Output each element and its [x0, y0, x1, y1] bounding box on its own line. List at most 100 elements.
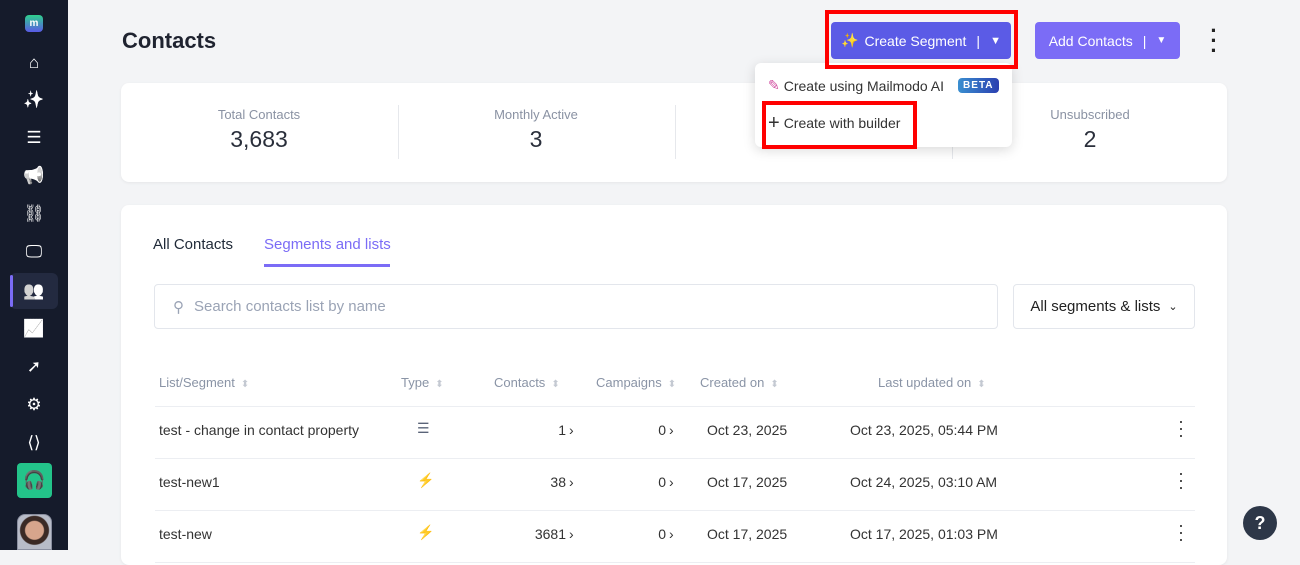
- list-name[interactable]: test-new: [159, 526, 212, 542]
- sidebar-item-analytics[interactable]: 📈: [10, 311, 58, 347]
- chevron-right-icon[interactable]: ›: [669, 526, 674, 542]
- sidebar-item-templates[interactable]: ☰: [10, 120, 58, 156]
- sidebar-item-magic[interactable]: ✨: [10, 82, 58, 118]
- sort-icon[interactable]: ⬍: [241, 379, 249, 390]
- contacts-count[interactable]: 38: [550, 474, 566, 490]
- more-options-icon[interactable]: · · ·: [1206, 20, 1222, 62]
- sidebar-item-tracking[interactable]: ➚: [10, 349, 58, 385]
- stat-label: Total Contacts: [217, 107, 301, 122]
- stat-0: Total Contacts 3,683: [121, 83, 397, 183]
- sidebar: m ⌂ ✨ ☰ 📢 ⛓ 🖵 👥 📈 ➚ ⚙ ⟨⟩ 🎧: [0, 0, 68, 550]
- cursor-click-icon: ➚: [26, 357, 42, 376]
- lightning-icon: ⚡: [417, 472, 435, 488]
- contacts-count[interactable]: 3681: [535, 526, 566, 542]
- devices-icon: 🖵: [25, 242, 43, 261]
- chevron-right-icon[interactable]: ›: [569, 474, 574, 490]
- users-icon: 👥: [23, 281, 45, 300]
- campaigns-count[interactable]: 0: [658, 474, 666, 490]
- column-header[interactable]: Campaigns ⬍: [596, 375, 676, 390]
- segment-filter-dropdown[interactable]: All segments & lists ⌄: [1013, 284, 1195, 329]
- sort-icon[interactable]: ⬍: [770, 379, 778, 390]
- sort-icon[interactable]: ⬍: [977, 379, 985, 390]
- magic-wand-icon: ✨: [23, 90, 45, 109]
- divider: [155, 562, 1195, 563]
- last-updated: Oct 23, 2025, 05:44 PM: [850, 422, 998, 438]
- sidebar-item-settings[interactable]: ⚙: [10, 387, 58, 423]
- stat-label: Monthly Active: [494, 107, 578, 122]
- help-button[interactable]: ?: [1243, 506, 1277, 540]
- document-icon: ☰: [26, 128, 42, 147]
- sidebar-item-journeys[interactable]: ⛓: [10, 196, 58, 232]
- lightning-icon: ⚡: [417, 524, 435, 540]
- chevron-down-icon[interactable]: ▼: [1156, 35, 1166, 46]
- stat-1: Monthly Active 3: [398, 83, 674, 183]
- gear-icon: ⚙: [26, 395, 42, 414]
- column-header[interactable]: Contacts ⬍: [494, 375, 560, 390]
- chevron-right-icon[interactable]: ›: [569, 422, 574, 438]
- sidebar-item-developer[interactable]: ⟨⟩: [10, 425, 58, 461]
- campaigns-count[interactable]: 0: [658, 422, 666, 438]
- sidebar-item-home[interactable]: ⌂: [10, 45, 58, 81]
- column-header[interactable]: Created on ⬍: [700, 375, 779, 390]
- flow-icon: ⛓: [23, 204, 45, 223]
- page-title: Contacts: [122, 28, 217, 53]
- chevron-right-icon[interactable]: ›: [669, 422, 674, 438]
- active-tab-indicator: [264, 264, 390, 267]
- contacts-count[interactable]: 1: [558, 422, 566, 438]
- stat-value: 3: [529, 126, 543, 152]
- code-icon: ⟨⟩: [27, 433, 41, 452]
- create-segment-menu: ✎ Create using Mailmodo AI BETA + Create…: [755, 63, 1012, 147]
- sort-icon[interactable]: ⬍: [668, 379, 676, 390]
- chevron-down-icon[interactable]: ▼: [990, 35, 1001, 47]
- ai-wand-icon: ✎: [768, 77, 780, 93]
- sidebar-item-contacts[interactable]: 👥: [10, 273, 58, 309]
- row-more-icon[interactable]: · · ·: [1176, 412, 1186, 444]
- row-more-icon[interactable]: · · ·: [1176, 464, 1186, 496]
- tab-all-contacts[interactable]: All Contacts: [153, 236, 233, 253]
- stat-divider: [675, 105, 676, 159]
- stat-value: 3,683: [230, 126, 288, 152]
- divider: [155, 458, 1195, 459]
- tab-segments-and-lists[interactable]: Segments and lists: [264, 236, 391, 253]
- last-updated: Oct 17, 2025, 01:03 PM: [850, 526, 998, 542]
- divider: [155, 406, 1195, 407]
- column-header[interactable]: Last updated on ⬍: [878, 375, 986, 390]
- menu-item-create-ai[interactable]: ✎ Create using Mailmodo AI BETA: [768, 77, 999, 94]
- magic-wand-icon: ✨: [841, 32, 859, 48]
- menu-item-create-builder[interactable]: + Create with builder: [768, 112, 900, 134]
- list-name[interactable]: test-new1: [159, 474, 220, 490]
- list-icon: ☰: [417, 420, 430, 436]
- sort-icon[interactable]: ⬍: [551, 379, 559, 390]
- add-contacts-button[interactable]: Add Contacts | ▼: [1035, 22, 1180, 59]
- sidebar-item-campaigns[interactable]: 📢: [10, 158, 58, 194]
- plus-icon: +: [768, 112, 780, 134]
- created-on: Oct 17, 2025: [707, 526, 788, 542]
- beta-badge: BETA: [958, 78, 999, 93]
- row-more-icon[interactable]: · · ·: [1176, 516, 1186, 548]
- last-updated: Oct 24, 2025, 03:10 AM: [850, 474, 998, 490]
- campaigns-count[interactable]: 0: [658, 526, 666, 542]
- created-on: Oct 23, 2025: [707, 422, 788, 438]
- sidebar-item-widgets[interactable]: 🖵: [10, 234, 58, 270]
- stats-card: Total Contacts 3,683 Monthly Active 3 Unsubs…: [121, 83, 1227, 182]
- megaphone-icon: 📢: [23, 166, 45, 185]
- support-button[interactable]: 🎧: [17, 463, 52, 498]
- chart-icon: 📈: [23, 319, 45, 338]
- mailmodo-logo[interactable]: m: [25, 15, 43, 32]
- sort-icon[interactable]: ⬍: [435, 379, 443, 390]
- avatar[interactable]: [17, 514, 52, 550]
- create-segment-button[interactable]: ✨ Create Segment | ▼: [831, 22, 1011, 59]
- stat-divider: [398, 105, 399, 159]
- headphones-icon: 🎧: [23, 470, 46, 490]
- chevron-down-icon: ⌄: [1168, 301, 1178, 313]
- column-header[interactable]: Type ⬍: [401, 375, 444, 390]
- search-input[interactable]: ⚲ Search contacts list by name: [154, 284, 998, 329]
- list-name[interactable]: test - change in contact property: [159, 422, 359, 438]
- created-on: Oct 17, 2025: [707, 474, 788, 490]
- chevron-right-icon[interactable]: ›: [669, 474, 674, 490]
- chevron-right-icon[interactable]: ›: [569, 526, 574, 542]
- column-header[interactable]: List/Segment ⬍: [159, 375, 249, 390]
- search-icon: ⚲: [173, 298, 184, 316]
- home-icon: ⌂: [28, 53, 40, 72]
- divider: [155, 510, 1195, 511]
